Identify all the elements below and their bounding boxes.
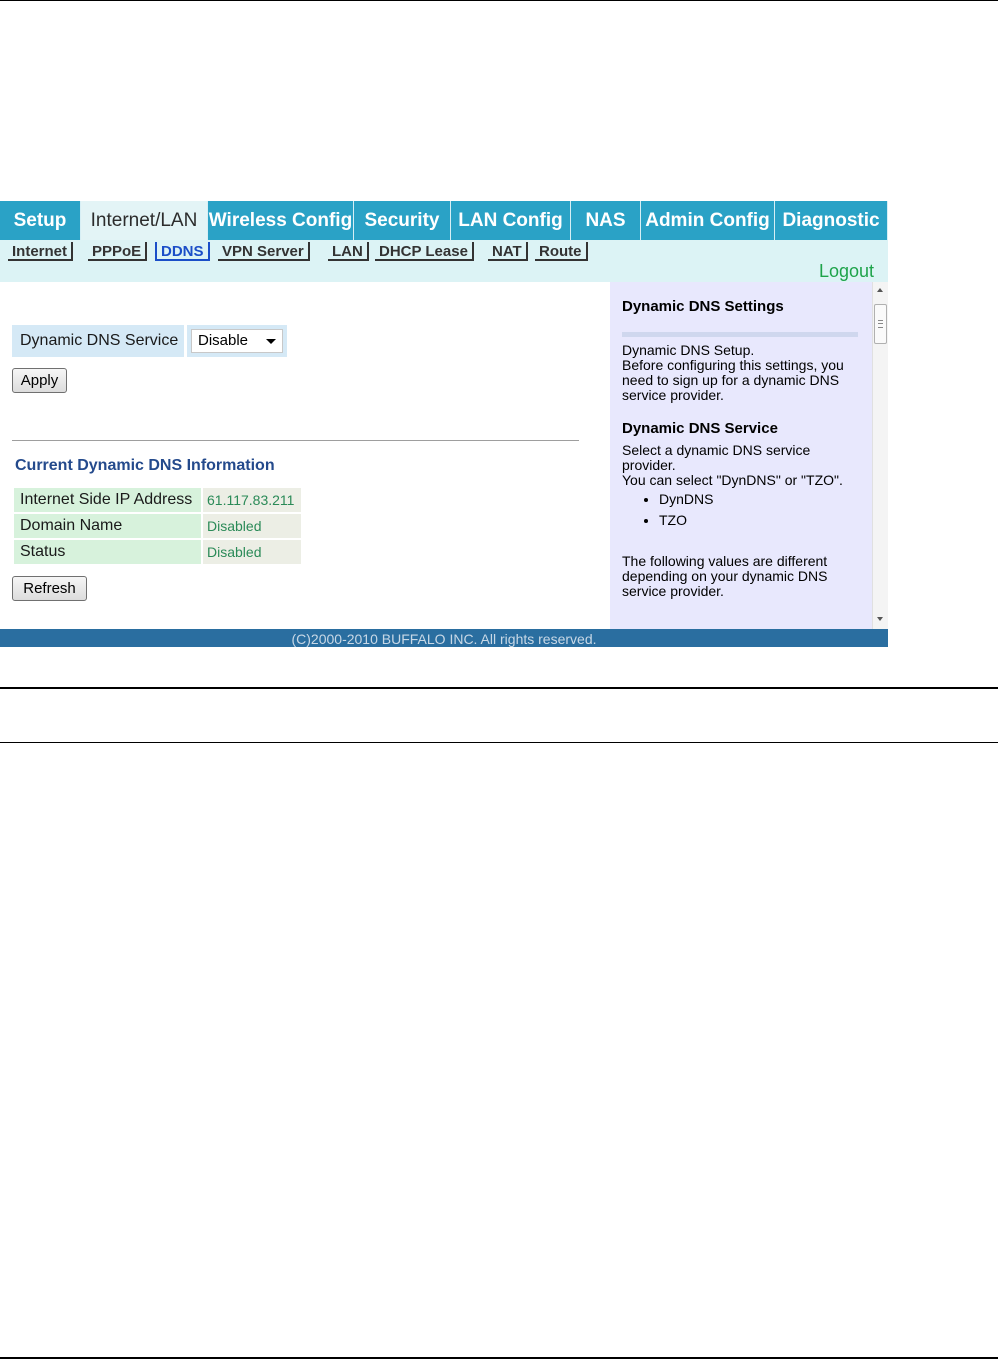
help-scrollbar[interactable] — [872, 282, 888, 629]
info-label: Internet Side IP Address — [14, 488, 201, 512]
subtab-lan[interactable]: LAN — [328, 242, 369, 261]
tab-wireless-config[interactable]: Wireless Config — [208, 201, 354, 240]
tab-admin-config[interactable]: Admin Config — [641, 201, 775, 240]
provider-list: DynDNS TZO — [622, 492, 862, 528]
help-service-text-2: You can select "DynDNS" or "TZO". — [622, 472, 843, 488]
grip-icon — [878, 320, 883, 328]
sub-nav: Internet PPPoE DDNS VPN Server LAN DHCP … — [0, 240, 888, 282]
apply-button[interactable]: Apply — [12, 368, 67, 393]
top-rule — [0, 0, 998, 1]
info-value: 61.117.83.211 — [203, 488, 301, 512]
provider-item: DynDNS — [659, 492, 862, 507]
tab-internet-lan[interactable]: Internet/LAN — [81, 201, 208, 240]
tab-setup[interactable]: Setup — [0, 201, 81, 240]
tab-nas[interactable]: NAS — [571, 201, 641, 240]
ddns-content: Dynamic DNS Service Disable Apply Curren… — [0, 282, 610, 629]
help-panel: Dynamic DNS Settings Dynamic DNS Setup. … — [610, 282, 872, 629]
subtab-route[interactable]: Route — [535, 242, 588, 261]
scroll-thumb[interactable] — [874, 304, 887, 344]
help-service-title: Dynamic DNS Service — [622, 420, 778, 437]
subtab-ddns[interactable]: DDNS — [155, 242, 210, 261]
ddns-service-select[interactable]: Disable — [191, 329, 283, 353]
help-title: Dynamic DNS Settings — [622, 298, 784, 315]
logout-link[interactable]: Logout — [819, 261, 874, 282]
help-service-text-1: Select a dynamic DNS service provider. — [622, 442, 811, 473]
section-divider — [12, 440, 579, 441]
info-value: Disabled — [203, 540, 301, 564]
chevron-down-icon — [266, 339, 276, 344]
ddns-select-cell: Disable — [187, 325, 287, 357]
ddns-service-label: Dynamic DNS Service — [12, 325, 184, 357]
info-value: Disabled — [203, 514, 301, 538]
subtab-nat[interactable]: NAT — [488, 242, 528, 261]
scroll-down-arrow-icon[interactable] — [877, 617, 883, 621]
info-label: Status — [14, 540, 201, 564]
subtab-internet[interactable]: Internet — [8, 242, 74, 261]
help-intro-1: Dynamic DNS Setup. — [622, 342, 755, 358]
scroll-up-arrow-icon[interactable] — [877, 288, 883, 292]
help-content: Dynamic DNS Settings Dynamic DNS Setup. … — [622, 282, 862, 599]
copyright-footer: (C)2000-2010 BUFFALO INC. All rights res… — [0, 629, 888, 647]
tab-diagnostic[interactable]: Diagnostic — [775, 201, 888, 240]
ddns-selected-value: Disable — [198, 332, 249, 349]
tab-lan-config[interactable]: LAN Config — [451, 201, 571, 240]
help-following-text: The following values are different depen… — [622, 553, 828, 599]
provider-item: TZO — [659, 513, 862, 528]
subtab-vpn-server[interactable]: VPN Server — [218, 242, 310, 261]
main-nav: Setup Internet/LAN Wireless Config Secur… — [0, 201, 888, 240]
page-rule — [0, 687, 998, 689]
subtab-pppoe[interactable]: PPPoE — [88, 242, 148, 261]
refresh-button[interactable]: Refresh — [12, 576, 87, 601]
router-admin-window: Setup Internet/LAN Wireless Config Secur… — [0, 201, 888, 647]
current-info-title: Current Dynamic DNS Information — [15, 457, 275, 474]
info-label: Domain Name — [14, 514, 201, 538]
tab-security[interactable]: Security — [354, 201, 451, 240]
subtab-dhcp-lease[interactable]: DHCP Lease — [375, 242, 474, 261]
page-rule — [0, 742, 998, 743]
help-intro-2: Before configuring this settings, you ne… — [622, 357, 844, 403]
